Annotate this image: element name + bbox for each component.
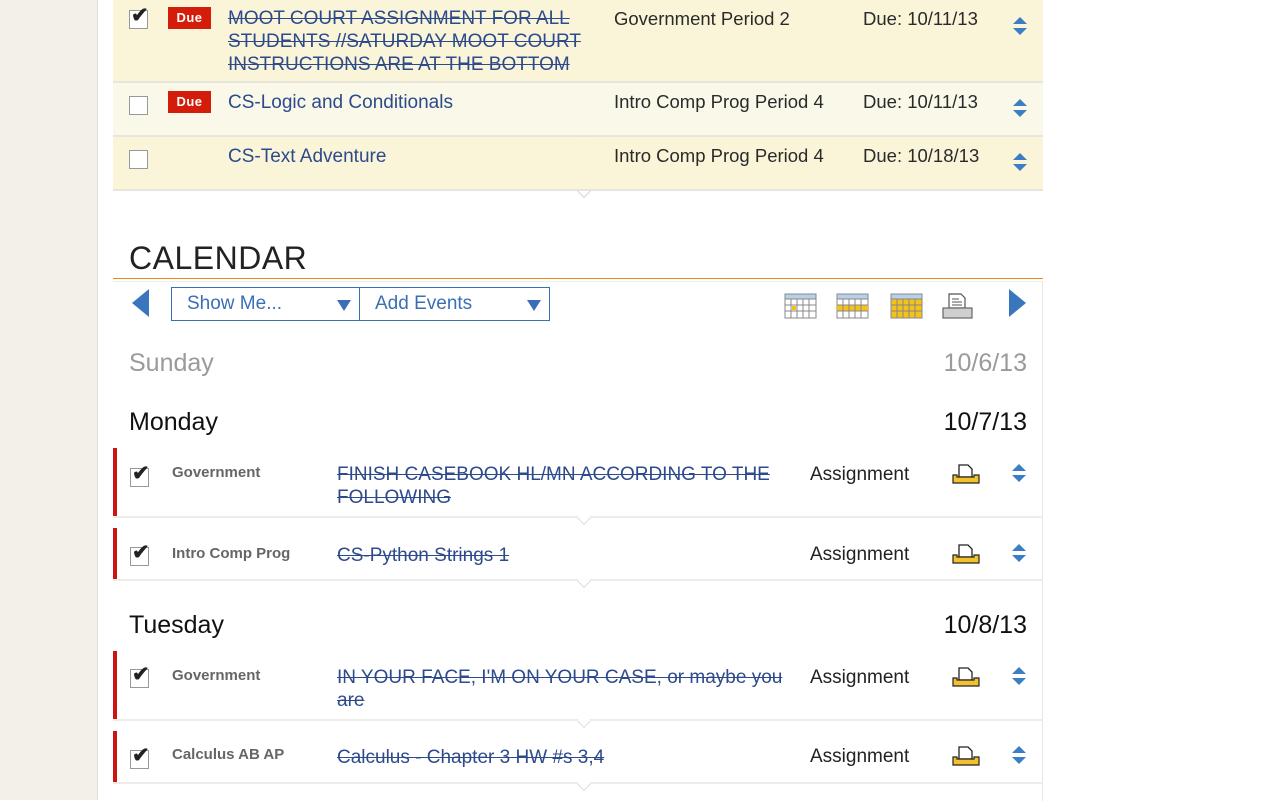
reorder-handle-icon[interactable]	[1012, 544, 1026, 566]
prev-week-arrow-icon[interactable]	[132, 289, 149, 317]
todo-item: Due CS-Logic and Conditionals Intro Comp…	[113, 83, 1043, 145]
todo-title-link[interactable]: CS-Text Adventure	[228, 145, 608, 168]
event-type: Assignment	[810, 464, 910, 485]
todo-course: Intro Comp Prog Period 4	[614, 145, 824, 166]
checkmark-icon: ✔	[132, 663, 150, 686]
due-badge: Due	[168, 7, 211, 29]
day-name: Tuesday	[129, 611, 224, 639]
todo-due-date: Due: 10/11/13	[863, 91, 978, 112]
event-checkbox[interactable]: ✔	[130, 463, 150, 487]
day-name: Monday	[129, 408, 218, 436]
due-badge: Due	[168, 91, 211, 113]
todo-due-date: Due: 10/18/13	[863, 145, 980, 166]
todo-checkbox[interactable]	[129, 150, 148, 169]
event-title-link[interactable]: FINISH CASEBOOK HL/MN ACCORDING TO THE F…	[337, 463, 787, 509]
event-type: Assignment	[810, 746, 910, 767]
reorder-handle-icon[interactable]	[1012, 667, 1026, 689]
checkmark-icon: ✔	[131, 4, 149, 27]
month-view-icon[interactable]	[890, 293, 923, 319]
chevron-down-icon	[337, 300, 351, 311]
event-title-link[interactable]: IN YOUR FACE, I'M ON YOUR CASE, or maybe…	[337, 666, 787, 712]
chevron-down-icon	[527, 300, 541, 311]
show-me-dropdown[interactable]: Show Me...	[171, 287, 360, 321]
event-course: Government	[172, 464, 261, 481]
assignment-inbox-icon[interactable]	[951, 666, 981, 688]
checkmark-icon: ✔	[132, 744, 150, 767]
event-type: Assignment	[810, 667, 910, 688]
todo-due-date: Due: 10/11/13	[863, 8, 978, 29]
row-divider-notch	[576, 183, 592, 199]
event-checkbox[interactable]: ✔	[130, 745, 150, 769]
calendar-event: ✔ Intro Comp Prog CS-Python Strings 1 As…	[113, 528, 1043, 589]
todo-title-link[interactable]: CS-Logic and Conditionals	[228, 91, 608, 114]
calendar-title: CALENDAR	[129, 240, 308, 276]
add-events-label: Add Events	[375, 293, 473, 314]
left-sidebar	[0, 0, 98, 800]
calendar-title-rule	[113, 278, 1043, 279]
event-course: Intro Comp Prog	[172, 545, 291, 562]
todo-list: ✔ Due MOOT COURT ASSIGNMENT FOR ALL STUD…	[113, 0, 1043, 199]
event-checkbox[interactable]: ✔	[130, 542, 150, 566]
assignment-inbox-icon[interactable]	[951, 745, 981, 767]
calendar-event: ✔ Government FINISH CASEBOOK HL/MN ACCOR…	[113, 448, 1043, 526]
day-date: 10/7/13	[943, 408, 1027, 436]
assignment-inbox-icon[interactable]	[951, 543, 981, 565]
event-color-bar	[113, 651, 117, 719]
week-view-icon[interactable]	[836, 293, 869, 319]
todo-checkbox[interactable]: ✔	[129, 5, 149, 29]
event-type: Assignment	[810, 544, 910, 565]
print-icon[interactable]	[941, 293, 974, 319]
reorder-handle-icon[interactable]	[1013, 17, 1027, 39]
calendar-event: ✔ Calculus AB AP Calculus - Chapter 3 HW…	[113, 731, 1043, 792]
calendar-event: ✔ Government IN YOUR FACE, I'M ON YOUR C…	[113, 651, 1043, 729]
event-title-link[interactable]: CS-Python Strings 1	[337, 544, 787, 567]
checkmark-icon: ✔	[132, 541, 150, 564]
event-color-bar	[113, 731, 117, 782]
event-title-link[interactable]: Calculus - Chapter 3 HW #s 3,4	[337, 746, 787, 769]
add-events-dropdown[interactable]: Add Events	[359, 287, 550, 321]
assignment-inbox-icon[interactable]	[951, 463, 981, 485]
reorder-handle-icon[interactable]	[1013, 99, 1027, 121]
event-color-bar	[113, 528, 117, 579]
todo-course: Government Period 2	[614, 8, 790, 29]
day-date: 10/8/13	[943, 611, 1027, 639]
next-week-arrow-icon[interactable]	[1009, 289, 1026, 317]
show-me-label: Show Me...	[187, 293, 283, 314]
todo-item: CS-Text Adventure Intro Comp Prog Period…	[113, 137, 1043, 199]
event-checkbox[interactable]: ✔	[130, 664, 150, 688]
checkmark-icon: ✔	[132, 462, 150, 485]
event-color-bar	[113, 448, 117, 516]
event-course: Calculus AB AP	[172, 746, 285, 763]
todo-checkbox[interactable]	[129, 96, 148, 115]
reorder-handle-icon[interactable]	[1012, 746, 1026, 768]
day-name: Sunday	[129, 349, 214, 377]
reorder-handle-icon[interactable]	[1013, 153, 1027, 175]
todo-title-link[interactable]: MOOT COURT ASSIGNMENT FOR ALL STUDENTS /…	[228, 7, 608, 76]
day-date: 10/6/13	[943, 349, 1027, 377]
reorder-handle-icon[interactable]	[1012, 464, 1026, 486]
todo-item: ✔ Due MOOT COURT ASSIGNMENT FOR ALL STUD…	[113, 0, 1043, 91]
event-course: Government	[172, 667, 261, 684]
day-view-icon[interactable]	[784, 293, 817, 319]
todo-course: Intro Comp Prog Period 4	[614, 91, 824, 112]
